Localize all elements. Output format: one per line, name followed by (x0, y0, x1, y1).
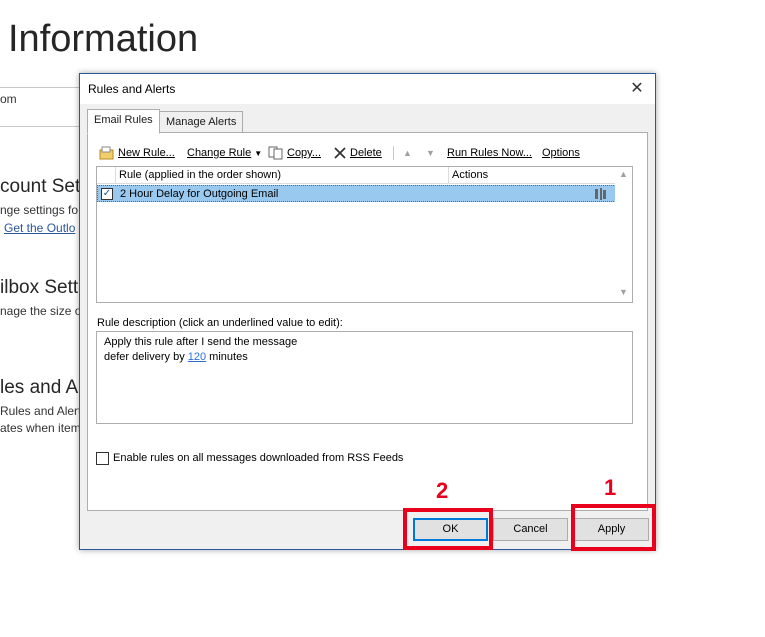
rss-rules-checkbox[interactable] (96, 452, 109, 465)
column-header-rule[interactable]: Rule (applied in the order shown) (119, 169, 281, 181)
cancel-button[interactable]: Cancel (493, 518, 568, 541)
description-line-2: defer delivery by 120 minutes (104, 351, 248, 363)
column-divider (448, 167, 449, 184)
delete-rule-button[interactable]: Delete (333, 144, 382, 162)
description-line-1: Apply this rule after I send the message (104, 336, 298, 348)
rule-enabled-checkbox[interactable]: ✓ (101, 188, 113, 200)
run-rules-now-button[interactable]: Run Rules Now... (447, 144, 532, 162)
move-down-icon[interactable]: ▼ (426, 144, 435, 162)
rules-alerts-heading: les and Al (0, 377, 83, 398)
rule-description-box: Apply this rule after I send the message… (96, 331, 633, 424)
column-header-actions[interactable]: Actions (452, 169, 488, 181)
scroll-up-icon[interactable]: ▲ (619, 169, 628, 179)
annotation-label-2: 2 (436, 478, 449, 503)
chevron-down-icon: ▼ (254, 148, 263, 158)
get-outlook-app-link[interactable]: Get the Outlo (4, 221, 75, 235)
dialog-titlebar[interactable]: Rules and Alerts ✕ (80, 74, 655, 104)
options-label: Options (542, 147, 580, 159)
rules-alerts-desc-2: ates when item (0, 421, 81, 435)
toolbar-divider (393, 146, 394, 160)
new-rule-icon (99, 146, 114, 160)
copy-icon (268, 146, 283, 160)
annotation-box-ok (403, 508, 493, 550)
description-prefix: defer delivery by (104, 351, 188, 363)
copy-label: Copy... (287, 147, 322, 159)
account-settings-desc: nge settings fo (0, 203, 79, 217)
scroll-down-icon[interactable]: ▼ (619, 287, 628, 297)
tab-manage-alerts[interactable]: Manage Alerts (159, 111, 244, 133)
delete-icon (334, 147, 346, 159)
rule-name: 2 Hour Delay for Outgoing Email (120, 188, 279, 200)
change-rule-label: Change Rule (187, 147, 252, 159)
new-rule-button[interactable]: New Rule... (99, 144, 175, 162)
delete-label: Delete (350, 147, 382, 159)
description-suffix: minutes (206, 351, 248, 363)
rules-alerts-desc-1: Rules and Alert (0, 404, 82, 418)
dialog-title: Rules and Alerts (88, 82, 176, 96)
delay-minutes-link[interactable]: 120 (188, 351, 206, 363)
tab-manage-alerts-label: Manage Alerts (166, 116, 237, 128)
rules-list[interactable]: Rule (applied in the order shown) Action… (96, 166, 633, 303)
rule-row[interactable]: ✓ 2 Hour Delay for Outgoing Email (97, 185, 616, 202)
page-title: Information (8, 18, 199, 60)
new-rule-label: New Rule... (118, 147, 175, 159)
mailbox-settings-heading: ilbox Sett (0, 277, 79, 298)
mailbox-settings-desc: nage the size of (0, 304, 85, 318)
rules-and-alerts-dialog: Rules and Alerts ✕ Email Rules Manage Al… (79, 73, 656, 550)
close-icon[interactable]: ✕ (627, 79, 647, 99)
rule-description-label: Rule description (click an underlined va… (97, 317, 343, 329)
annotation-label-1: 1 (604, 475, 617, 500)
rule-actions-icon (593, 187, 607, 204)
tab-email-rules[interactable]: Email Rules (87, 109, 160, 134)
column-divider (115, 167, 116, 184)
change-rule-button[interactable]: Change Rule ▼ (187, 144, 262, 162)
rss-rules-label[interactable]: Enable rules on all messages downloaded … (113, 452, 403, 464)
copy-rule-button[interactable]: Copy... (268, 144, 321, 162)
run-rules-now-label: Run Rules Now... (447, 147, 532, 159)
tab-email-rules-label: Email Rules (94, 114, 153, 126)
account-settings-heading: count Set (0, 176, 81, 197)
account-selector-text: om (0, 92, 17, 106)
rules-list-scrollbar[interactable]: ▲ ▼ (615, 167, 632, 302)
options-button[interactable]: Options (542, 144, 580, 162)
move-up-icon[interactable]: ▲ (403, 144, 412, 162)
annotation-box-apply (571, 504, 656, 551)
rules-list-header: Rule (applied in the order shown) Action… (97, 167, 616, 184)
